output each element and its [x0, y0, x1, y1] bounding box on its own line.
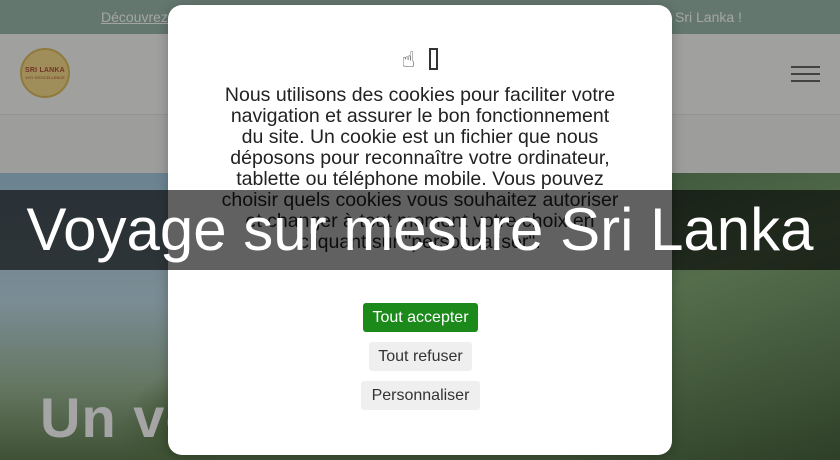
- accept-all-button[interactable]: Tout accepter: [363, 303, 478, 332]
- bracket-box-icon: [429, 48, 439, 70]
- refuse-all-button[interactable]: Tout refuser: [369, 342, 472, 371]
- dialog-icons: ☝: [168, 47, 672, 73]
- hand-pointer-icon: ☝: [401, 47, 416, 72]
- page-title: Voyage sur mesure Sri Lanka: [26, 196, 814, 263]
- customize-button[interactable]: Personnaliser: [361, 381, 480, 410]
- title-banner: Voyage sur mesure Sri Lanka: [0, 190, 840, 270]
